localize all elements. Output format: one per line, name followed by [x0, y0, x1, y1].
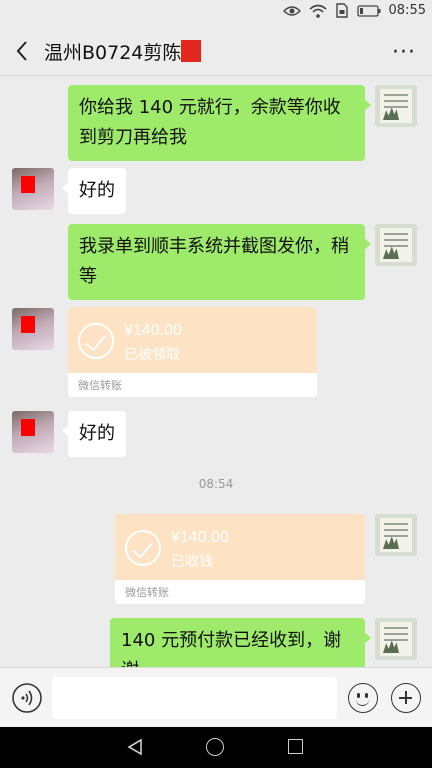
transfer-footer: 微信转账 [125, 586, 169, 599]
back-triangle-icon[interactable] [126, 738, 144, 756]
message-bubble[interactable]: 我录单到顺丰系统并截图发你，稍等 [68, 224, 371, 300]
system-nav-bar [0, 727, 432, 768]
transfer-status: 已收钱 [171, 554, 213, 570]
message-bubble[interactable]: 好的 [62, 411, 126, 457]
plus-icon[interactable] [391, 683, 421, 713]
check-circle-icon [125, 530, 161, 566]
contact-avatar[interactable] [12, 411, 54, 453]
chat-history[interactable]: 你给我 140 元就行，余款等你收到剪刀再给我 好的 我录单到顺丰系统并截图发你… [0, 77, 432, 694]
input-bar [0, 667, 432, 727]
self-avatar[interactable] [375, 85, 417, 127]
redaction-block [181, 40, 202, 62]
message-input[interactable] [52, 677, 337, 719]
chat-title-text: 温州B0724剪陈 [44, 42, 182, 64]
transfer-amount: ¥140.00 [171, 529, 229, 546]
message-bubble[interactable]: 你给我 140 元就行，余款等你收到剪刀再给我 [68, 85, 371, 161]
emoji-icon[interactable] [348, 683, 378, 713]
transfer-card[interactable]: ¥140.00 已被领取 微信转账 [68, 307, 317, 397]
more-icon[interactable]: ··· [392, 40, 416, 65]
home-circle-icon[interactable] [206, 738, 224, 756]
timestamp: 08:54 [198, 477, 234, 491]
voice-icon[interactable] [12, 683, 42, 713]
chat-title: 温州B0724剪陈 [44, 38, 202, 65]
transfer-status: 已被领取 [124, 347, 180, 363]
self-avatar[interactable] [375, 618, 417, 660]
contact-avatar[interactable] [12, 308, 54, 350]
message-bubble[interactable]: 好的 [62, 168, 126, 214]
battery-icon [356, 4, 381, 17]
chat-header: 温州B0724剪陈 ··· [0, 26, 432, 76]
self-avatar[interactable] [375, 514, 417, 556]
transfer-footer: 微信转账 [78, 379, 122, 392]
chevron-left-icon[interactable] [10, 36, 36, 66]
status-bar: 08:55 [0, 0, 432, 26]
wifi-icon [309, 4, 327, 18]
recent-square-icon[interactable] [288, 739, 303, 754]
contact-avatar[interactable] [12, 168, 54, 210]
transfer-amount: ¥140.00 [124, 322, 182, 339]
eye-icon [282, 5, 301, 16]
sim-icon [335, 3, 348, 18]
status-time: 08:55 [388, 3, 426, 18]
transfer-card[interactable]: ¥140.00 已收钱 微信转账 [115, 514, 365, 604]
check-circle-icon [78, 323, 114, 359]
self-avatar[interactable] [375, 224, 417, 266]
